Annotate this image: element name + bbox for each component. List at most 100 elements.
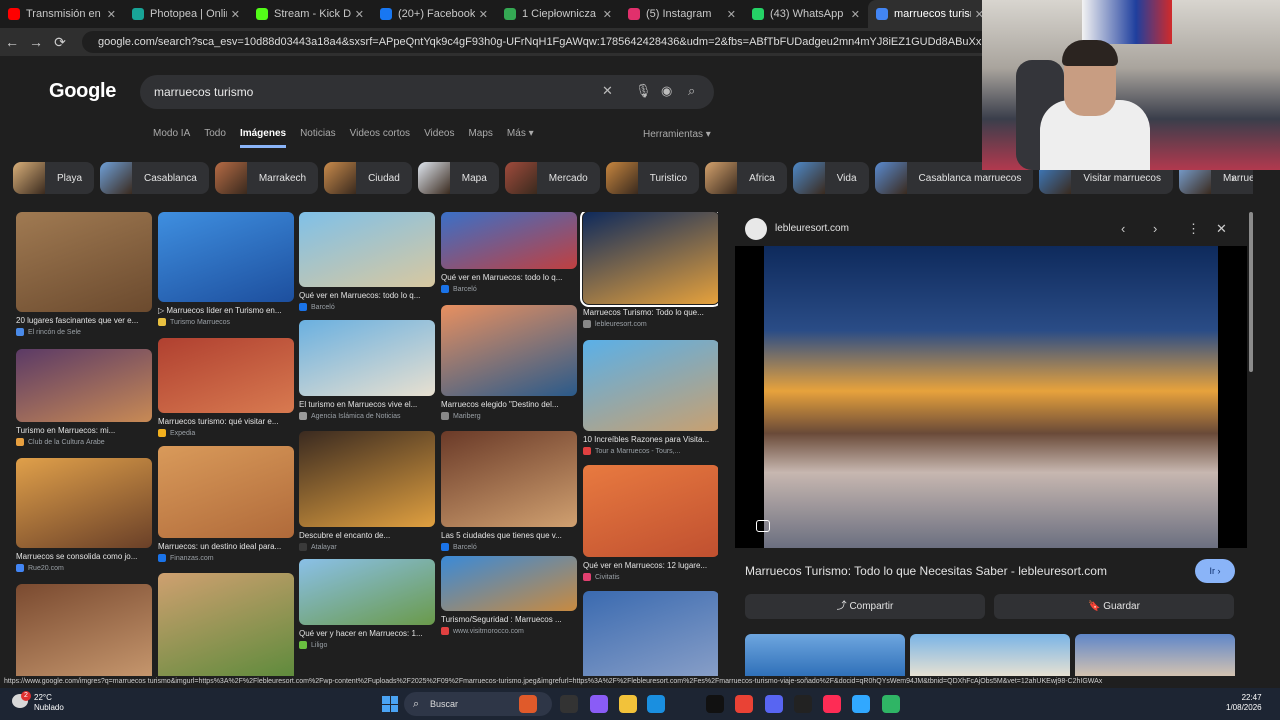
search-tab[interactable]: Modo IA bbox=[153, 128, 190, 148]
close-tab-icon[interactable]: ✕ bbox=[231, 8, 240, 21]
result-thumbnail[interactable] bbox=[16, 212, 152, 312]
result-source[interactable]: Barceló bbox=[441, 285, 577, 293]
result-source[interactable]: lebleuresort.com bbox=[583, 320, 718, 328]
result-thumbnail[interactable] bbox=[158, 573, 294, 677]
refine-chip[interactable]: Casablanca bbox=[100, 162, 209, 194]
image-result[interactable]: ▷ Marruecos líder en Turismo en... Turism… bbox=[158, 212, 294, 326]
result-thumbnail[interactable] bbox=[441, 431, 577, 527]
save-button[interactable]: 🔖 Guardar bbox=[994, 594, 1234, 619]
image-result[interactable]: 20 lugares fascinantes que ver e... El ri… bbox=[16, 212, 152, 336]
result-source[interactable]: Rue20.com bbox=[16, 564, 152, 572]
more-options-icon[interactable]: ⋮ bbox=[1187, 221, 1200, 237]
result-source[interactable]: Expedia bbox=[158, 429, 294, 437]
result-thumbnail[interactable] bbox=[441, 305, 577, 396]
previous-icon[interactable]: ‹ bbox=[1121, 221, 1125, 236]
result-title[interactable]: ▷ Marruecos líder en Turismo en... bbox=[158, 306, 294, 315]
spreadsheet-icon[interactable] bbox=[882, 695, 900, 713]
microphone-icon[interactable]: 🎙 bbox=[635, 83, 652, 99]
result-title[interactable]: Turismo/Seguridad : Marruecos ... bbox=[441, 615, 577, 624]
preview-title[interactable]: Marruecos Turismo: Todo lo que Necesitas… bbox=[745, 564, 1107, 578]
result-thumbnail[interactable] bbox=[16, 349, 152, 422]
result-thumbnail[interactable] bbox=[16, 584, 152, 677]
share-button[interactable]: ⤴ Compartir bbox=[745, 594, 985, 619]
reload-icon[interactable]: ⟳ bbox=[48, 34, 72, 51]
result-thumbnail[interactable] bbox=[441, 556, 577, 611]
task-view-icon[interactable] bbox=[560, 695, 578, 713]
search-tab[interactable]: Videos cortos bbox=[350, 128, 410, 148]
search-tab[interactable]: Videos bbox=[424, 128, 454, 148]
image-result[interactable]: Marruecos: un destino ideal para... Finan… bbox=[158, 446, 294, 562]
photoshop-icon[interactable] bbox=[852, 695, 870, 713]
image-result[interactable]: Marruecos se consolida como jo... Rue20.c… bbox=[16, 458, 152, 572]
result-title[interactable]: Marruecos Turismo: Todo lo que... bbox=[583, 308, 718, 317]
refine-chip[interactable]: Vida bbox=[792, 162, 869, 194]
result-thumbnail[interactable] bbox=[583, 465, 718, 557]
system-clock[interactable]: 22:47 1/08/2026 bbox=[1226, 693, 1262, 713]
search-tab[interactable]: Más ▾ bbox=[507, 128, 534, 148]
browser-tab[interactable]: (43) WhatsApp ✕ bbox=[744, 0, 868, 28]
image-result[interactable]: Turismo/Seguridad : Marruecos ... www.vis… bbox=[441, 556, 577, 635]
result-source[interactable]: Mariberg bbox=[441, 412, 577, 420]
result-title[interactable]: Qué ver y hacer en Marruecos: 1... bbox=[299, 629, 435, 638]
tools-menu[interactable]: Herramientas ▾ bbox=[643, 129, 711, 140]
refine-chip[interactable]: Ciudad bbox=[324, 162, 412, 194]
image-result[interactable] bbox=[158, 573, 294, 677]
google-logo[interactable]: Google bbox=[49, 80, 116, 103]
image-result[interactable]: Qué ver en Marruecos: todo lo q... Barcel… bbox=[299, 212, 435, 311]
result-source[interactable]: El rincón de Sele bbox=[16, 328, 152, 336]
result-source[interactable]: Barceló bbox=[299, 303, 435, 311]
image-result[interactable]: Qué ver en Marruecos: todo lo q... Barcel… bbox=[441, 212, 577, 293]
result-thumbnail[interactable] bbox=[299, 559, 435, 625]
search-tab[interactable]: Todo bbox=[204, 128, 226, 148]
refine-chip[interactable]: Mapa bbox=[417, 162, 499, 194]
back-icon[interactable]: ← bbox=[0, 34, 24, 50]
edge-icon[interactable] bbox=[647, 695, 665, 713]
close-tab-icon[interactable]: ✕ bbox=[851, 8, 860, 21]
visit-button[interactable]: Ir › bbox=[1195, 559, 1235, 583]
result-thumbnail[interactable] bbox=[583, 340, 718, 431]
discord-icon[interactable] bbox=[765, 695, 783, 713]
windows-start-icon[interactable] bbox=[382, 696, 398, 712]
result-thumbnail[interactable] bbox=[580, 212, 718, 307]
result-thumbnail[interactable] bbox=[16, 458, 152, 548]
scrollbar-thumb[interactable] bbox=[1249, 212, 1253, 372]
preview-photo[interactable] bbox=[764, 246, 1218, 548]
tiktok-icon[interactable] bbox=[823, 695, 841, 713]
result-title[interactable]: Las 5 ciudades que tienes que v... bbox=[441, 531, 577, 540]
result-title[interactable]: Turismo en Marruecos: mi... bbox=[16, 426, 152, 435]
result-title[interactable]: Marruecos turismo: qué visitar e... bbox=[158, 417, 294, 426]
result-title[interactable]: 10 Increíbles Razones para Visita... bbox=[583, 435, 718, 444]
close-tab-icon[interactable]: ✕ bbox=[603, 8, 612, 21]
result-source[interactable]: Tour a Marruecos - Tours,... bbox=[583, 447, 718, 455]
refine-chip[interactable]: Africa bbox=[705, 162, 787, 194]
result-source[interactable]: Atalayar bbox=[299, 543, 435, 551]
obs-icon[interactable] bbox=[794, 695, 812, 713]
result-thumbnail[interactable] bbox=[158, 338, 294, 413]
result-title[interactable]: Qué ver en Marruecos: 12 lugare... bbox=[583, 561, 718, 570]
close-tab-icon[interactable]: ✕ bbox=[727, 8, 736, 21]
result-thumbnail[interactable] bbox=[299, 320, 435, 396]
result-source[interactable]: Agencia Islámica de Noticias bbox=[299, 412, 435, 420]
search-box[interactable]: marruecos turismo ✕ 🎙 ◉ ⌕ bbox=[140, 75, 714, 109]
close-tab-icon[interactable]: ✕ bbox=[479, 8, 488, 21]
related-thumb[interactable] bbox=[910, 634, 1070, 677]
result-source[interactable]: Finanzas.com bbox=[158, 554, 294, 562]
related-thumb[interactable] bbox=[745, 634, 905, 677]
image-result[interactable]: Marruecos turismo: qué visitar e... Exped… bbox=[158, 338, 294, 437]
result-title[interactable]: El turismo en Marruecos vive el... bbox=[299, 400, 435, 409]
chrome-icon[interactable] bbox=[735, 695, 753, 713]
search-tab[interactable]: Maps bbox=[468, 128, 492, 148]
image-result[interactable]: Marruecos Turismo: Todo lo que... lebleur… bbox=[580, 212, 718, 328]
image-result[interactable]: El turismo en Marruecos vive el... Agenci… bbox=[299, 320, 435, 420]
next-icon[interactable]: › bbox=[1153, 221, 1157, 236]
result-thumbnail[interactable] bbox=[299, 212, 435, 287]
result-source[interactable]: Club de la Cultura Árabe bbox=[16, 438, 152, 446]
refine-chip[interactable]: Playa bbox=[13, 162, 95, 194]
browser-tab[interactable]: marruecos turismo -✕ bbox=[868, 0, 992, 28]
close-icon[interactable]: ✕ bbox=[1216, 221, 1227, 237]
result-thumbnail[interactable] bbox=[299, 431, 435, 527]
scrollbar[interactable] bbox=[1248, 212, 1254, 672]
image-result[interactable]: Qué ver y hacer en Marruecos: 1... Liligo bbox=[299, 559, 435, 649]
clear-icon[interactable]: ✕ bbox=[602, 83, 613, 99]
result-thumbnail[interactable] bbox=[583, 591, 718, 677]
